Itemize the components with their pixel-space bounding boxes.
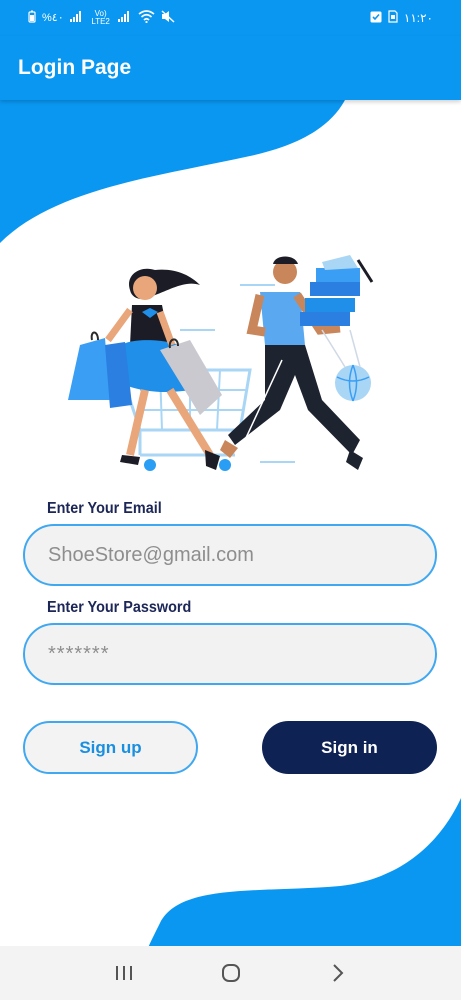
back-icon[interactable] (318, 953, 358, 993)
password-field[interactable]: ******* (23, 623, 437, 685)
man-figure (220, 255, 374, 470)
sign-in-button[interactable]: Sign in (262, 721, 437, 774)
status-left: %٤٠ Vo) LTE2 (28, 10, 175, 26)
shopping-illustration (68, 255, 374, 471)
signal-icon (117, 11, 132, 25)
status-bar: %٤٠ Vo) LTE2 ١١:٢٠ (0, 0, 461, 36)
sign-up-button[interactable]: Sign up (23, 721, 198, 774)
wifi-icon (138, 10, 155, 26)
home-icon[interactable] (211, 953, 251, 993)
sim-icon (388, 10, 398, 26)
battery-percent: %٤٠ (42, 11, 64, 24)
recent-apps-icon[interactable] (104, 953, 144, 993)
page-title: Login Page (18, 56, 132, 79)
checkbox-icon (370, 11, 382, 26)
system-navigation-bar (0, 946, 461, 1000)
woman-figure (68, 268, 222, 470)
mute-icon (161, 10, 175, 26)
top-wave-decoration (0, 98, 346, 243)
app-bar: Login Page (0, 36, 461, 100)
signal-icon (69, 11, 84, 25)
battery-icon (28, 10, 36, 26)
email-label: Enter Your Email (47, 500, 162, 517)
status-right: ١١:٢٠ (370, 10, 433, 26)
network-label: Vo) LTE2 (91, 9, 110, 26)
email-field[interactable]: ShoeStore@gmail.com (23, 524, 437, 586)
bottom-wave-decoration (148, 798, 461, 948)
password-label: Enter Your Password (47, 599, 192, 616)
clock: ١١:٢٠ (403, 11, 433, 25)
